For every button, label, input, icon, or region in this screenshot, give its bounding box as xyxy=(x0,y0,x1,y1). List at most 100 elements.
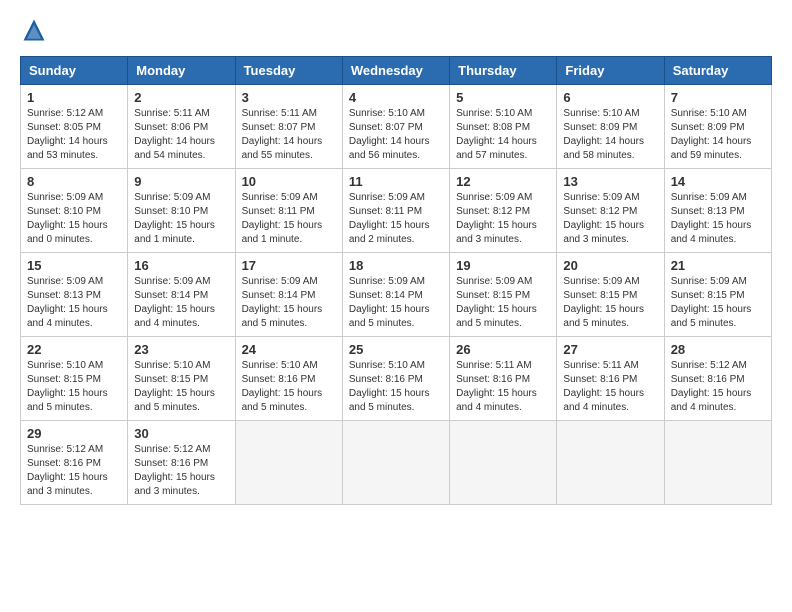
day-info: Sunrise: 5:09 AMSunset: 8:13 PMDaylight:… xyxy=(27,275,121,331)
calendar-day-cell: 23 Sunrise: 5:10 AMSunset: 8:15 PMDayligh… xyxy=(128,337,235,421)
day-info: Sunrise: 5:10 AMSunset: 8:08 PMDaylight:… xyxy=(456,107,550,163)
day-info: Sunrise: 5:12 AMSunset: 8:16 PMDaylight:… xyxy=(27,443,121,499)
weekday-header: Monday xyxy=(128,57,235,85)
day-info: Sunrise: 5:10 AMSunset: 8:09 PMDaylight:… xyxy=(563,107,657,163)
calendar-week-row: 29 Sunrise: 5:12 AMSunset: 8:16 PMDayligh… xyxy=(21,421,772,505)
day-number: 6 xyxy=(563,90,657,105)
day-number: 16 xyxy=(134,258,228,273)
calendar-day-cell: 18 Sunrise: 5:09 AMSunset: 8:14 PMDayligh… xyxy=(342,253,449,337)
calendar-week-row: 8 Sunrise: 5:09 AMSunset: 8:10 PMDaylight… xyxy=(21,169,772,253)
calendar-day-cell: 29 Sunrise: 5:12 AMSunset: 8:16 PMDayligh… xyxy=(21,421,128,505)
calendar-day-cell: 1Sunrise: 5:12 AMSunset: 8:05 PMDaylight… xyxy=(21,85,128,169)
calendar-day-cell: 10 Sunrise: 5:09 AMSunset: 8:11 PMDayligh… xyxy=(235,169,342,253)
day-number: 9 xyxy=(134,174,228,189)
calendar-day-cell: 4 Sunrise: 5:10 AMSunset: 8:07 PMDaylight… xyxy=(342,85,449,169)
day-number: 20 xyxy=(563,258,657,273)
day-info: Sunrise: 5:09 AMSunset: 8:11 PMDaylight:… xyxy=(349,191,443,247)
calendar-day-cell: 14 Sunrise: 5:09 AMSunset: 8:13 PMDayligh… xyxy=(664,169,771,253)
calendar-day-cell: 19 Sunrise: 5:09 AMSunset: 8:15 PMDayligh… xyxy=(450,253,557,337)
calendar-week-row: 22 Sunrise: 5:10 AMSunset: 8:15 PMDayligh… xyxy=(21,337,772,421)
day-number: 1 xyxy=(27,90,121,105)
calendar-day-cell: 5 Sunrise: 5:10 AMSunset: 8:08 PMDaylight… xyxy=(450,85,557,169)
calendar-day-cell: 11 Sunrise: 5:09 AMSunset: 8:11 PMDayligh… xyxy=(342,169,449,253)
day-info: Sunrise: 5:11 AMSunset: 8:06 PMDaylight:… xyxy=(134,107,228,163)
day-number: 13 xyxy=(563,174,657,189)
weekday-header: Sunday xyxy=(21,57,128,85)
day-number: 28 xyxy=(671,342,765,357)
calendar-day-cell xyxy=(342,421,449,505)
weekday-header-row: SundayMondayTuesdayWednesdayThursdayFrid… xyxy=(21,57,772,85)
day-info: Sunrise: 5:09 AMSunset: 8:14 PMDaylight:… xyxy=(242,275,336,331)
calendar-day-cell xyxy=(235,421,342,505)
day-info: Sunrise: 5:10 AMSunset: 8:16 PMDaylight:… xyxy=(349,359,443,415)
calendar-day-cell: 15Sunrise: 5:09 AMSunset: 8:13 PMDayligh… xyxy=(21,253,128,337)
day-info: Sunrise: 5:09 AMSunset: 8:14 PMDaylight:… xyxy=(349,275,443,331)
day-number: 29 xyxy=(27,426,121,441)
day-number: 5 xyxy=(456,90,550,105)
day-number: 18 xyxy=(349,258,443,273)
day-number: 22 xyxy=(27,342,121,357)
calendar-day-cell: 20 Sunrise: 5:09 AMSunset: 8:15 PMDayligh… xyxy=(557,253,664,337)
day-info: Sunrise: 5:11 AMSunset: 8:07 PMDaylight:… xyxy=(242,107,336,163)
calendar-day-cell: 26 Sunrise: 5:11 AMSunset: 8:16 PMDayligh… xyxy=(450,337,557,421)
day-number: 19 xyxy=(456,258,550,273)
day-info: Sunrise: 5:12 AMSunset: 8:16 PMDaylight:… xyxy=(671,359,765,415)
calendar-week-row: 15Sunrise: 5:09 AMSunset: 8:13 PMDayligh… xyxy=(21,253,772,337)
day-number: 7 xyxy=(671,90,765,105)
day-number: 21 xyxy=(671,258,765,273)
day-info: Sunrise: 5:09 AMSunset: 8:15 PMDaylight:… xyxy=(671,275,765,331)
day-number: 10 xyxy=(242,174,336,189)
day-info: Sunrise: 5:09 AMSunset: 8:12 PMDaylight:… xyxy=(456,191,550,247)
calendar-day-cell: 24 Sunrise: 5:10 AMSunset: 8:16 PMDayligh… xyxy=(235,337,342,421)
day-number: 4 xyxy=(349,90,443,105)
day-number: 24 xyxy=(242,342,336,357)
day-number: 14 xyxy=(671,174,765,189)
day-info: Sunrise: 5:09 AMSunset: 8:15 PMDaylight:… xyxy=(456,275,550,331)
day-number: 23 xyxy=(134,342,228,357)
calendar-day-cell: 13Sunrise: 5:09 AMSunset: 8:12 PMDayligh… xyxy=(557,169,664,253)
calendar-day-cell: 9Sunrise: 5:09 AMSunset: 8:10 PMDaylight… xyxy=(128,169,235,253)
weekday-header: Wednesday xyxy=(342,57,449,85)
calendar-day-cell: 16 Sunrise: 5:09 AMSunset: 8:14 PMDayligh… xyxy=(128,253,235,337)
header xyxy=(20,16,772,44)
calendar-day-cell xyxy=(557,421,664,505)
day-info: Sunrise: 5:11 AMSunset: 8:16 PMDaylight:… xyxy=(456,359,550,415)
calendar-day-cell: 21 Sunrise: 5:09 AMSunset: 8:15 PMDayligh… xyxy=(664,253,771,337)
day-number: 25 xyxy=(349,342,443,357)
logo-icon xyxy=(20,16,48,44)
day-info: Sunrise: 5:12 AMSunset: 8:16 PMDaylight:… xyxy=(134,443,228,499)
day-info: Sunrise: 5:09 AMSunset: 8:10 PMDaylight:… xyxy=(27,191,121,247)
calendar-day-cell: 25 Sunrise: 5:10 AMSunset: 8:16 PMDayligh… xyxy=(342,337,449,421)
day-info: Sunrise: 5:09 AMSunset: 8:11 PMDaylight:… xyxy=(242,191,336,247)
calendar-day-cell: 28 Sunrise: 5:12 AMSunset: 8:16 PMDayligh… xyxy=(664,337,771,421)
calendar-day-cell: 2 Sunrise: 5:11 AMSunset: 8:06 PMDaylight… xyxy=(128,85,235,169)
day-number: 11 xyxy=(349,174,443,189)
weekday-header: Friday xyxy=(557,57,664,85)
calendar-day-cell xyxy=(664,421,771,505)
calendar-day-cell: 22 Sunrise: 5:10 AMSunset: 8:15 PMDayligh… xyxy=(21,337,128,421)
day-number: 17 xyxy=(242,258,336,273)
day-info: Sunrise: 5:10 AMSunset: 8:07 PMDaylight:… xyxy=(349,107,443,163)
calendar-day-cell: 6 Sunrise: 5:10 AMSunset: 8:09 PMDaylight… xyxy=(557,85,664,169)
day-info: Sunrise: 5:10 AMSunset: 8:09 PMDaylight:… xyxy=(671,107,765,163)
day-info: Sunrise: 5:09 AMSunset: 8:14 PMDaylight:… xyxy=(134,275,228,331)
calendar-day-cell: 30 Sunrise: 5:12 AMSunset: 8:16 PMDayligh… xyxy=(128,421,235,505)
day-info: Sunrise: 5:10 AMSunset: 8:16 PMDaylight:… xyxy=(242,359,336,415)
day-info: Sunrise: 5:10 AMSunset: 8:15 PMDaylight:… xyxy=(27,359,121,415)
weekday-header: Tuesday xyxy=(235,57,342,85)
day-number: 27 xyxy=(563,342,657,357)
day-info: Sunrise: 5:09 AMSunset: 8:15 PMDaylight:… xyxy=(563,275,657,331)
day-info: Sunrise: 5:09 AMSunset: 8:13 PMDaylight:… xyxy=(671,191,765,247)
calendar-day-cell: 8 Sunrise: 5:09 AMSunset: 8:10 PMDaylight… xyxy=(21,169,128,253)
day-number: 30 xyxy=(134,426,228,441)
day-number: 26 xyxy=(456,342,550,357)
day-number: 3 xyxy=(242,90,336,105)
weekday-header: Saturday xyxy=(664,57,771,85)
day-info: Sunrise: 5:10 AMSunset: 8:15 PMDaylight:… xyxy=(134,359,228,415)
day-number: 8 xyxy=(27,174,121,189)
calendar-table: SundayMondayTuesdayWednesdayThursdayFrid… xyxy=(20,56,772,505)
calendar-day-cell: 17 Sunrise: 5:09 AMSunset: 8:14 PMDayligh… xyxy=(235,253,342,337)
calendar-day-cell xyxy=(450,421,557,505)
day-number: 2 xyxy=(134,90,228,105)
logo xyxy=(20,16,52,44)
